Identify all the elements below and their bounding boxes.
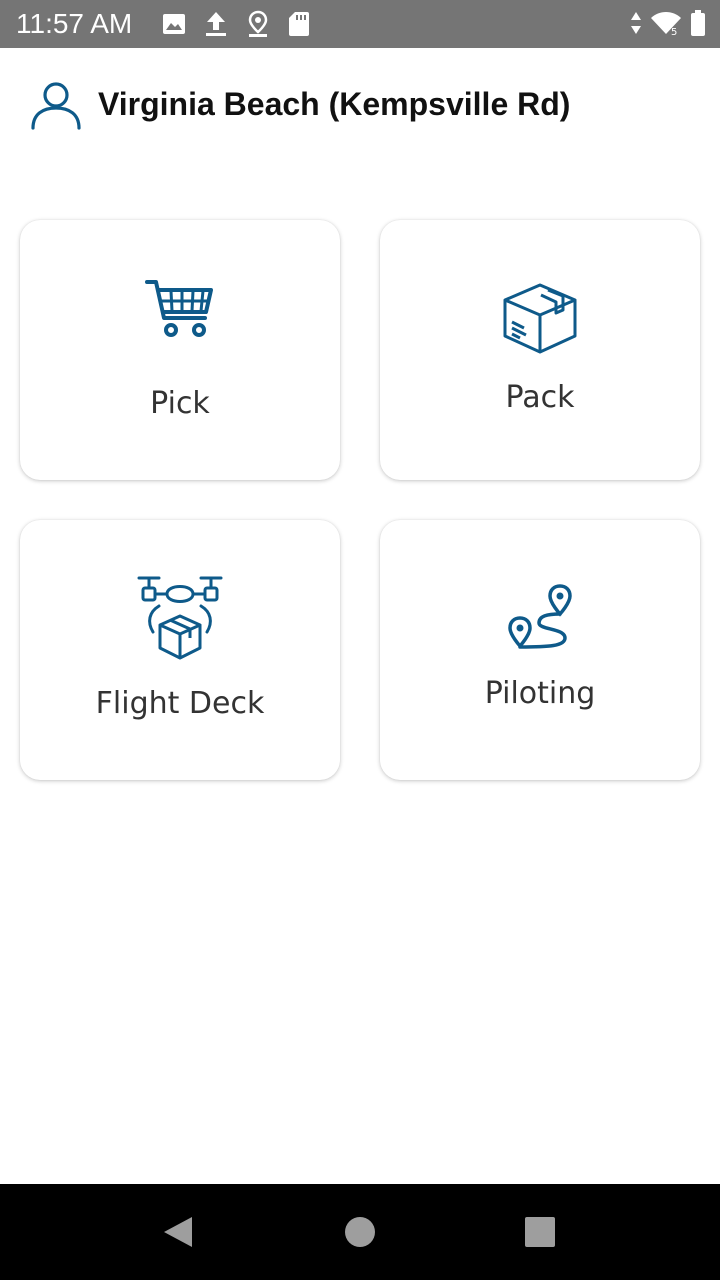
sd-card-icon [288,11,310,37]
flight-deck-tile[interactable]: Flight Deck [20,520,340,780]
image-icon [162,12,186,36]
drone-delivery-icon [137,574,223,666]
route-icon [507,584,573,656]
page-title: Virginia Beach (Kempsville Rd) [98,86,571,122]
navigation-bar [0,1184,720,1280]
piloting-tile[interactable]: Piloting [380,520,700,780]
pick-tile[interactable]: Pick [20,220,340,480]
status-icons-right: 5 [630,9,706,37]
piloting-label: Piloting [484,676,596,711]
flight-deck-label: Flight Deck [95,686,265,721]
wifi-icon: 5 [650,10,682,36]
svg-text:5: 5 [671,27,677,36]
back-icon[interactable] [130,1184,226,1280]
user-icon[interactable] [30,80,82,134]
pack-label: Pack [505,380,575,415]
location-pin-icon [246,10,270,38]
pick-label: Pick [150,386,210,421]
data-arrows-icon [630,10,642,36]
package-box-icon [502,282,578,358]
recent-apps-icon[interactable] [492,1184,588,1280]
status-bar: 11:57 AM 5 [0,0,720,48]
battery-icon [690,9,706,37]
status-icons-left [162,10,310,38]
home-icon[interactable] [312,1184,408,1280]
pack-tile[interactable]: Pack [380,220,700,480]
status-time: 11:57 AM [16,8,133,39]
shopping-cart-icon [145,278,215,344]
upload-icon [204,11,228,37]
